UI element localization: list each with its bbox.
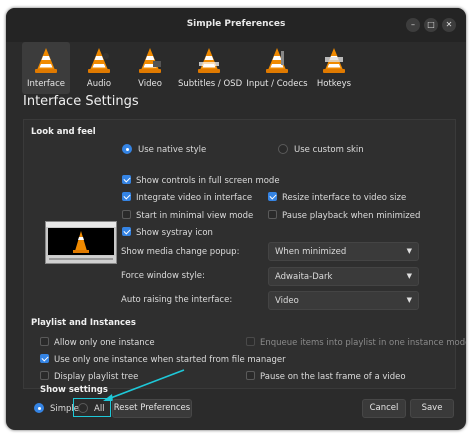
tab-hotkeys-label: Hotkeys [316,79,352,89]
maximize-button[interactable]: □ [424,18,438,32]
resize-interface-label: Resize interface to video size [282,193,407,203]
pause-minimized-label: Pause playback when minimized [282,211,421,221]
preview-image [46,222,116,263]
one-instance-checkbox[interactable]: Allow only one instance [40,337,155,348]
checkbox-checked-icon [122,227,131,236]
vlc-cone-subtitles-icon [198,48,220,73]
auto-raise-select[interactable]: Video ▼ [268,291,419,310]
pause-minimized-checkbox[interactable]: Pause playback when minimized [268,210,420,221]
checkbox-checked-icon [122,192,131,201]
tab-audio[interactable]: Audio [74,42,124,94]
chevron-down-icon: ▼ [406,247,412,255]
save-button[interactable]: Save [410,399,454,418]
checkbox-checked-icon [122,175,131,184]
reset-preferences-button[interactable]: Reset Preferences [112,399,192,418]
vlc-cone-hotkeys-icon [323,48,345,73]
checkbox-unchecked-icon [246,371,255,380]
show-settings-heading: Show settings [40,385,108,395]
vlc-cone-video-icon [139,48,161,73]
media-change-popup-select[interactable]: When minimized ▼ [268,242,419,261]
enqueue-checkbox[interactable]: Enqueue items into playlist in one insta… [246,337,466,348]
tab-input-codecs[interactable]: Input / Codecs [245,42,309,94]
custom-skin-radio[interactable]: Use custom skin [278,144,364,155]
minimal-view-checkbox[interactable]: Start in minimal view mode [122,210,253,221]
tab-video[interactable]: Video [125,42,175,94]
fullscreen-controls-checkbox[interactable]: Show controls in full screen mode [122,175,280,186]
native-style-preview [45,221,117,264]
tab-input-codecs-label: Input / Codecs [246,79,308,89]
vlc-cone-input-icon [266,48,288,73]
file-manager-checkbox[interactable]: Use only one instance when started from … [40,354,286,365]
media-change-popup-label: Show media change popup: [121,247,240,257]
tab-subtitles-osd[interactable]: Subtitles / OSD [178,42,243,94]
force-window-style-value: Adwaita-Dark [275,272,333,282]
radio-unselected-icon [278,144,288,154]
tab-interface-label: Interface [26,79,66,89]
minimal-view-label: Start in minimal view mode [136,211,254,221]
checkbox-checked-icon [268,192,277,201]
auto-raise-label: Auto raising the interface: [121,295,233,305]
vlc-cone-audio-icon [88,48,110,73]
tab-subtitles-osd-label: Subtitles / OSD [178,79,243,89]
tab-audio-label: Audio [86,79,112,89]
pause-last-frame-label: Pause on the last frame of a video [260,372,406,382]
checkbox-disabled-icon [246,337,255,346]
native-style-label: Use native style [138,145,207,155]
tab-interface[interactable]: Interface [22,42,70,94]
chevron-down-icon: ▼ [406,272,412,280]
radio-selected-icon [122,144,132,154]
systray-checkbox[interactable]: Show systray icon [122,227,213,238]
minimize-button[interactable]: – [406,18,420,32]
vlc-cone-interface-icon [35,48,57,73]
playlist-heading: Playlist and Instances [31,318,136,328]
window-title: Simple Preferences [186,19,286,29]
file-manager-label: Use only one instance when started from … [54,355,286,365]
checkbox-unchecked-icon [122,210,131,219]
fullscreen-controls-label: Show controls in full screen mode [136,176,280,186]
systray-label: Show systray icon [136,228,213,238]
preferences-window: Simple Preferences – □ ✕ Interface Audio [6,8,466,430]
auto-raise-value: Video [275,296,299,306]
custom-skin-label: Use custom skin [294,145,364,155]
checkbox-unchecked-icon [40,337,49,346]
media-change-popup-value: When minimized [275,247,347,257]
checkbox-unchecked-icon [40,371,49,380]
tab-video-label: Video [138,79,162,89]
integrate-video-label: Integrate video in interface [136,193,253,203]
force-window-style-select[interactable]: Adwaita-Dark ▼ [268,267,419,286]
checkbox-checked-icon [40,354,49,363]
tab-hotkeys[interactable]: Hotkeys [312,42,356,94]
close-button[interactable]: ✕ [442,18,456,32]
force-window-style-label: Force window style: [121,271,205,281]
enqueue-label: Enqueue items into playlist in one insta… [260,338,466,348]
page-title: Interface Settings [23,94,139,109]
look-and-feel-heading: Look and feel [31,127,96,137]
chevron-down-icon: ▼ [406,296,412,304]
cancel-button[interactable]: Cancel [362,399,406,418]
checkbox-unchecked-icon [268,210,277,219]
one-instance-label: Allow only one instance [54,338,155,348]
category-toolbar: Interface Audio Video Subtitles / OSD In… [20,42,456,98]
radio-selected-icon [34,403,44,413]
integrate-video-checkbox[interactable]: Integrate video in interface [122,192,252,203]
resize-interface-checkbox[interactable]: Resize interface to video size [268,192,406,203]
native-style-radio[interactable]: Use native style [122,144,206,155]
pause-last-frame-checkbox[interactable]: Pause on the last frame of a video [246,371,406,382]
settings-panel: Look and feel Use native style Use custo… [23,119,466,389]
title-bar: Simple Preferences – □ ✕ [6,8,466,42]
